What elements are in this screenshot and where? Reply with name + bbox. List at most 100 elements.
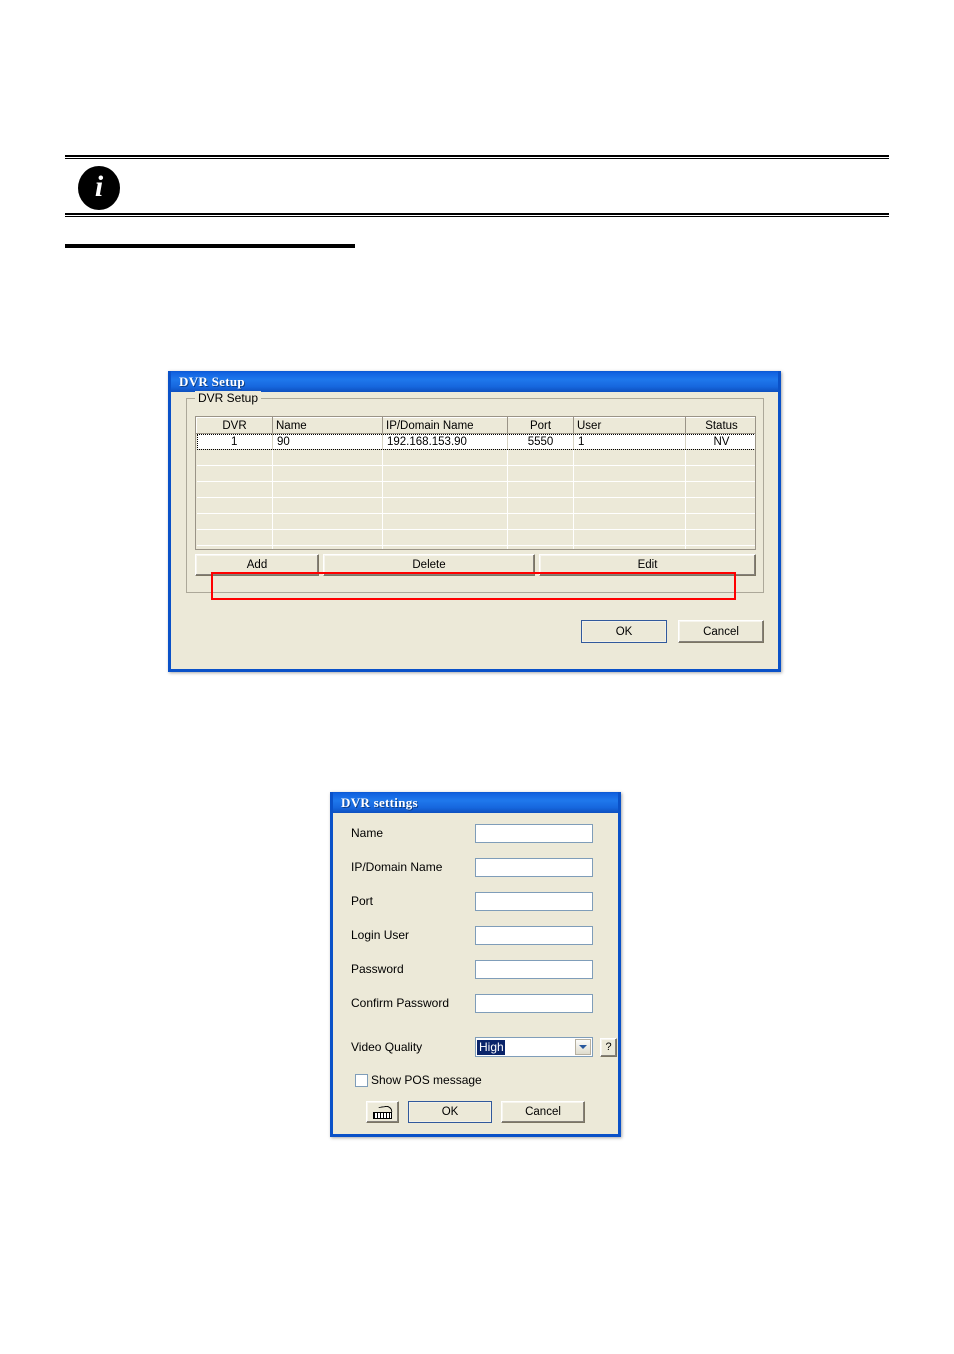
table-row-empty[interactable] [196, 449, 755, 466]
column-header-port[interactable]: Port [507, 417, 574, 434]
cell-empty [196, 529, 273, 546]
table-header-row: DVR Name IP/Domain Name Port User Status [196, 417, 755, 434]
column-header-status[interactable]: Status [685, 417, 755, 434]
table-row-empty[interactable] [196, 497, 755, 514]
ok-button[interactable]: OK [581, 620, 667, 643]
note-callout-block: i [65, 155, 889, 217]
cell-empty [573, 497, 686, 514]
dvr-setup-groupbox: DVR Setup DVR Name IP/Domain Name Port U… [186, 391, 764, 593]
cell-empty [685, 497, 755, 514]
field-label: IP/Domain Name [351, 860, 443, 874]
cell-empty [573, 465, 686, 482]
cell-empty [685, 529, 755, 546]
cell-empty [272, 545, 383, 549]
text-input[interactable] [475, 925, 593, 945]
video-quality-value: High [477, 1039, 505, 1055]
help-button[interactable]: ? [600, 1037, 617, 1057]
field-label: Confirm Password [351, 996, 450, 1010]
cell-empty [272, 481, 383, 498]
cell-empty [196, 513, 273, 530]
settings-ok-button[interactable]: OK [408, 1101, 492, 1123]
text-input[interactable] [475, 823, 593, 843]
cell-empty [272, 449, 383, 466]
field-row: Login User [333, 918, 618, 952]
cell-empty [196, 481, 273, 498]
cell-empty [685, 513, 755, 530]
dvr-setup-groupbox-label: DVR Setup [195, 391, 262, 405]
field-row: Confirm Password [333, 986, 618, 1020]
dvr-settings-title: DVR settings [341, 794, 418, 810]
text-input[interactable] [475, 993, 593, 1013]
field-label: Login User [351, 928, 410, 942]
video-quality-label: Video Quality [351, 1040, 423, 1054]
cell-empty [196, 465, 273, 482]
chevron-down-icon[interactable] [575, 1039, 591, 1055]
cell-empty [196, 449, 273, 466]
on-screen-keyboard-icon [373, 1104, 393, 1119]
text-input[interactable] [475, 857, 593, 877]
cell-empty [685, 481, 755, 498]
field-label: Password [351, 962, 404, 976]
cell-empty [382, 481, 508, 498]
delete-button[interactable]: Delete [323, 554, 535, 576]
dvr-settings-titlebar: DVR settings [333, 792, 618, 813]
cell-empty [507, 545, 574, 549]
cell-empty [382, 513, 508, 530]
cell-empty [507, 513, 574, 530]
text-input[interactable] [475, 959, 593, 979]
table-row-empty[interactable] [196, 529, 755, 546]
video-quality-select[interactable]: High [475, 1037, 593, 1057]
cell-empty [272, 513, 383, 530]
dvr-setup-footer-buttons: OK Cancel [581, 620, 764, 643]
info-icon: i [78, 166, 120, 210]
cell-empty [573, 513, 686, 530]
show-pos-message-row[interactable]: Show POS message [333, 1066, 482, 1094]
cell-ip-domain-name: 192.168.153.90 [382, 433, 508, 450]
cell-empty [685, 449, 755, 466]
table-row[interactable]: 1 90 192.168.153.90 5550 1 NV [196, 433, 755, 450]
text-input[interactable] [475, 891, 593, 911]
table-row-empty[interactable] [196, 481, 755, 498]
show-pos-message-label: Show POS message [371, 1073, 482, 1087]
cell-empty [507, 529, 574, 546]
column-header-dvr[interactable]: DVR [196, 417, 273, 434]
add-button[interactable]: Add [195, 554, 319, 576]
cell-empty [196, 545, 273, 549]
field-label: Port [351, 894, 374, 908]
settings-cancel-button[interactable]: Cancel [501, 1101, 585, 1123]
dvr-list-grid[interactable]: DVR Name IP/Domain Name Port User Status… [195, 416, 756, 550]
cancel-button[interactable]: Cancel [678, 620, 764, 643]
info-icon-letter: i [94, 170, 104, 203]
table-row-empty[interactable] [196, 465, 755, 482]
field-row: Name [333, 816, 618, 850]
cell-empty [573, 529, 686, 546]
column-header-user[interactable]: User [573, 417, 686, 434]
cell-empty [382, 529, 508, 546]
table-row-empty[interactable] [196, 545, 755, 549]
field-row: IP/Domain Name [333, 850, 618, 884]
dvr-action-button-strip: Add Delete Edit [195, 554, 756, 578]
cell-empty [272, 497, 383, 514]
cell-empty [507, 481, 574, 498]
show-pos-message-checkbox[interactable] [355, 1073, 368, 1087]
column-header-name[interactable]: Name [272, 417, 383, 434]
dvr-settings-form: Name IP/Domain Name Port Login User Password… [333, 816, 618, 1020]
cell-empty [382, 497, 508, 514]
dvr-setup-title: DVR Setup [179, 373, 245, 389]
cell-empty [507, 497, 574, 514]
dvr-settings-dialog: DVR settings Name IP/Domain Name Port Login… [330, 792, 621, 1137]
section-heading-rule [65, 244, 355, 248]
table-row-empty[interactable] [196, 513, 755, 530]
video-quality-row: Video Quality High ? [333, 1030, 617, 1064]
cell-empty [573, 449, 686, 466]
on-screen-keyboard-button[interactable] [366, 1101, 399, 1123]
dvr-setup-titlebar: DVR Setup [171, 371, 778, 392]
dvr-table: DVR Name IP/Domain Name Port User Status… [196, 417, 755, 549]
cell-empty [196, 497, 273, 514]
edit-button[interactable]: Edit [539, 554, 756, 576]
cell-port: 5550 [507, 433, 574, 450]
cell-empty [573, 545, 686, 549]
column-header-ip-domain-name[interactable]: IP/Domain Name [382, 417, 508, 434]
cell-user: 1 [573, 433, 686, 450]
cell-status: NV [685, 433, 755, 450]
